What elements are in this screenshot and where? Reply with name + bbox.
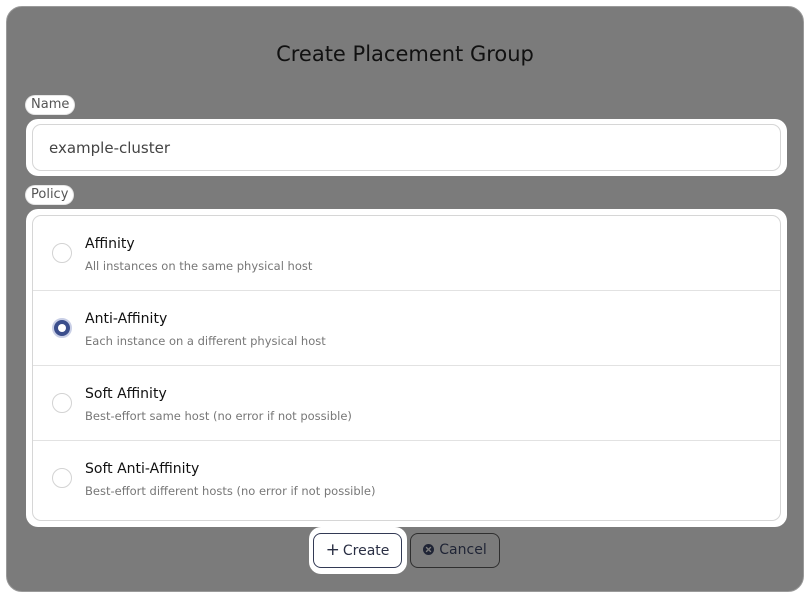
policy-option-title: Anti-Affinity xyxy=(85,311,168,327)
radio-button[interactable] xyxy=(52,468,72,488)
name-input[interactable] xyxy=(32,124,781,171)
policy-option-soft-affinity[interactable]: Soft Affinity Best-effort same host (no … xyxy=(33,366,780,441)
policy-field-container: Affinity All instances on the same physi… xyxy=(26,209,787,527)
create-placement-group-dialog: Create Placement Group Name Policy Affin… xyxy=(6,6,804,592)
create-button[interactable]: + Create xyxy=(313,533,402,568)
radio-button-selected[interactable] xyxy=(52,318,72,338)
cancel-button[interactable]: Cancel xyxy=(410,533,500,568)
policy-option-anti-affinity[interactable]: Anti-Affinity Each instance on a differe… xyxy=(33,291,780,366)
policy-option-description: Best-effort different hosts (no error if… xyxy=(85,484,376,498)
plus-icon: + xyxy=(325,540,340,560)
policy-option-description: Best-effort same host (no error if not p… xyxy=(85,409,352,423)
policy-radio-group: Affinity All instances on the same physi… xyxy=(32,215,781,521)
x-circle-icon xyxy=(423,544,435,555)
policy-option-title: Affinity xyxy=(85,236,135,252)
radio-button[interactable] xyxy=(52,243,72,263)
cancel-button-label: Cancel xyxy=(439,542,487,558)
name-field-container xyxy=(26,119,787,176)
dialog-title: Create Placement Group xyxy=(276,42,534,66)
policy-option-description: All instances on the same physical host xyxy=(85,259,313,273)
policy-label: Policy xyxy=(26,186,74,204)
policy-option-description: Each instance on a different physical ho… xyxy=(85,334,326,348)
name-label: Name xyxy=(26,96,75,114)
create-button-label: Create xyxy=(342,543,390,559)
radio-button[interactable] xyxy=(52,393,72,413)
policy-option-soft-anti-affinity[interactable]: Soft Anti-Affinity Best-effort different… xyxy=(33,441,780,517)
policy-option-title: Soft Affinity xyxy=(85,386,167,402)
policy-option-title: Soft Anti-Affinity xyxy=(85,461,200,477)
policy-option-affinity[interactable]: Affinity All instances on the same physi… xyxy=(33,216,780,291)
